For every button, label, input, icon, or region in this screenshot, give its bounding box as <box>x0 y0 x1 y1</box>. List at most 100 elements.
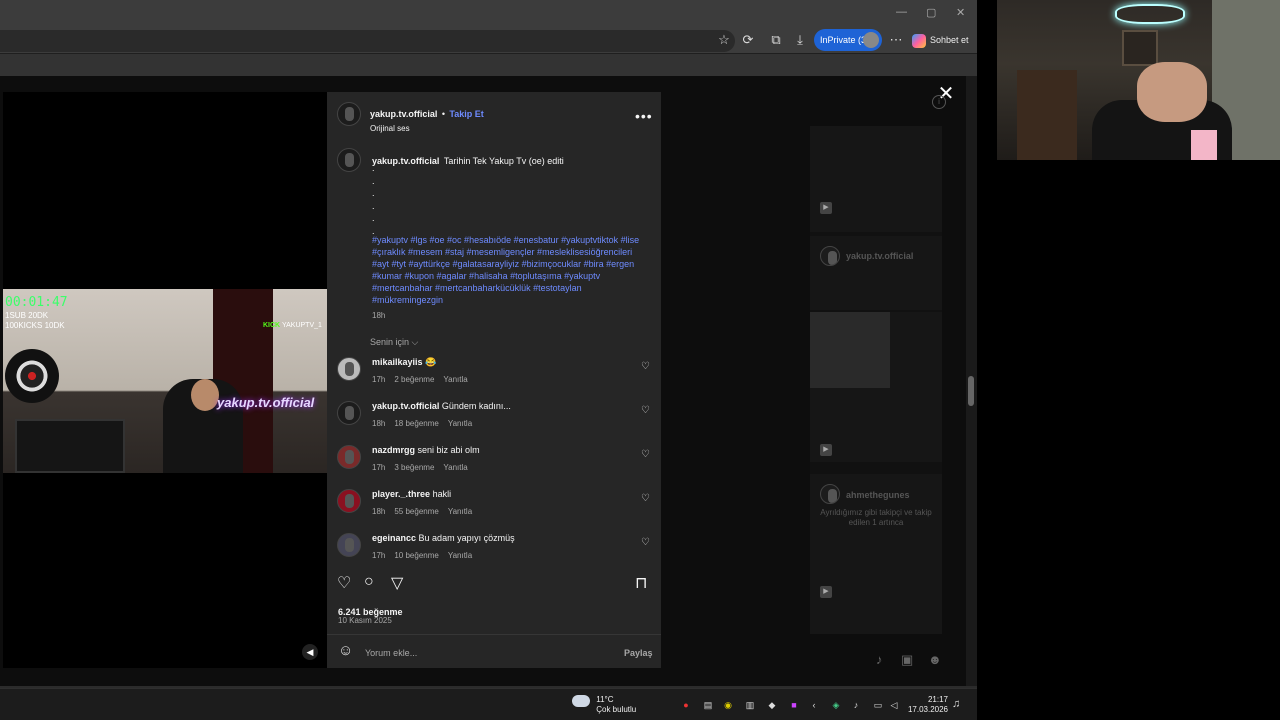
copilot-button[interactable]: Sohbet et <box>912 30 969 50</box>
comment-avatar[interactable] <box>337 533 361 557</box>
comment-username[interactable]: yakup.tv.official <box>372 401 439 411</box>
related-tile[interactable]: yakup.tv.official <box>810 236 942 310</box>
related-tile[interactable]: ahmethegunes Ayrıldığımız gibi takipçi v… <box>810 474 942 634</box>
tray-app-icon[interactable]: ● <box>680 699 692 711</box>
more-options-icon[interactable]: ••• <box>635 108 653 124</box>
wall-frame <box>1122 30 1158 66</box>
caption-author[interactable]: yakup.tv.official <box>372 156 439 166</box>
comment-heart-icon[interactable]: ♡ <box>641 449 650 460</box>
hashtags[interactable]: #yakuptv #lgs #oe #oc #hesabıöde #enesba… <box>372 234 647 306</box>
weather-desc: Çok bulutlu <box>596 705 637 714</box>
comment-avatar[interactable] <box>337 445 361 469</box>
sort-dropdown[interactable]: Senin için ⌵ <box>370 337 418 348</box>
follow-button[interactable]: Takip Et <box>449 109 483 119</box>
comment-heart-icon[interactable]: ♡ <box>641 537 650 548</box>
share-comment-button[interactable]: Paylaş <box>624 648 653 658</box>
related-tile[interactable]: ▶ <box>810 312 942 462</box>
author-username[interactable]: yakup.tv.official <box>370 109 437 119</box>
tray-app-icon[interactable]: ◆ <box>766 699 778 711</box>
comment-username[interactable]: egeinancc <box>372 533 416 543</box>
comment-username[interactable]: mikailkayiis <box>372 357 423 367</box>
reply-button[interactable]: Yanıtla <box>448 551 472 560</box>
tray-app-icon[interactable]: ◉ <box>722 699 734 711</box>
scrollbar-thumb[interactable] <box>968 376 974 406</box>
tray-app-icon[interactable]: ▥ <box>744 699 756 711</box>
star-icon[interactable]: ☆ <box>716 32 732 48</box>
sticker-icon[interactable]: ☻ <box>928 652 942 667</box>
inprivate-button[interactable]: InPrivate (3) <box>814 29 882 51</box>
comment-likes[interactable]: 18 beğenme <box>394 419 438 428</box>
kick-user: YAKUPTV_1 <box>281 322 322 329</box>
post-header: yakup.tv.official • Takip Et Orijinal se… <box>370 104 484 133</box>
comment-time: 18h <box>372 507 386 516</box>
volume-icon[interactable]: ◀ <box>302 644 318 660</box>
comment-time: 18h <box>372 419 386 428</box>
more-icon[interactable]: ⋯ <box>888 32 904 48</box>
audio-label[interactable]: Orijinal ses <box>370 124 484 133</box>
comment-time: 17h <box>372 463 386 472</box>
comment-avatar[interactable] <box>337 489 361 513</box>
comment-text: hakli <box>432 489 452 499</box>
video-frame[interactable]: 00:01:47 1SUB 20DK 100KICKS 10DK KICK YA… <box>3 289 327 473</box>
cabinet <box>1017 70 1077 160</box>
comment-item: yakup.tv.official Gündem kadını... 18h 18… <box>337 401 657 441</box>
network-icon[interactable]: ▭ <box>872 699 884 711</box>
save-icon[interactable]: ⊓ <box>635 573 647 593</box>
comment-time: 17h <box>372 551 386 560</box>
inprivate-label: InPrivate (3) <box>820 35 870 45</box>
caption-dot: . <box>372 213 375 223</box>
comment-username[interactable]: nazdmrgg <box>372 445 415 455</box>
tray-app-icon[interactable]: ■ <box>788 699 800 711</box>
collections-icon[interactable]: ⧉ <box>768 32 784 48</box>
stream-goals: 1SUB 20DK 100KICKS 10DK <box>5 311 65 331</box>
like-icon[interactable]: ♡ <box>337 573 351 593</box>
comment-heart-icon[interactable]: ♡ <box>641 493 650 504</box>
weather-widget[interactable]: 11°C Çok bulutlu <box>572 695 636 715</box>
share-icon[interactable]: ▽ <box>391 573 403 593</box>
comment-input[interactable]: Yorum ekle... <box>365 648 417 658</box>
stream-goal-2: 100KICKS 10DK <box>5 321 65 330</box>
caption-dots: . . . . . . <box>372 162 375 237</box>
weather-temp: 11°C <box>596 695 614 704</box>
image-icon[interactable]: ▣ <box>901 652 913 668</box>
tray-app-icon[interactable]: ▤ <box>702 699 714 711</box>
comment-icon[interactable]: ○ <box>364 573 374 591</box>
comment-likes[interactable]: 10 beğenme <box>394 551 438 560</box>
tray-app-icon[interactable]: ◈ <box>830 699 842 711</box>
related-tile[interactable]: ▶ <box>810 126 942 232</box>
reply-button[interactable]: Yanıtla <box>443 375 467 384</box>
maximize-button[interactable]: ▢ <box>926 6 936 19</box>
profile-avatar <box>863 32 879 48</box>
comment-avatar[interactable] <box>337 401 361 425</box>
reply-button[interactable]: Yanıtla <box>448 419 472 428</box>
comment-likes[interactable]: 2 beğenme <box>394 375 434 384</box>
comment-username[interactable]: player._.three <box>372 489 430 499</box>
volume-icon[interactable]: ◁ <box>888 699 900 711</box>
notification-bell-icon[interactable]: ♫ <box>952 698 960 710</box>
minimize-button[interactable]: — <box>896 6 907 18</box>
author-avatar[interactable] <box>337 102 361 126</box>
address-bar[interactable] <box>0 30 735 52</box>
page-scrollbar[interactable] <box>966 76 977 686</box>
comment-heart-icon[interactable]: ♡ <box>641 405 650 416</box>
close-window-button[interactable]: ✕ <box>956 6 965 19</box>
clock[interactable]: 21:17 17.03.2026 <box>906 695 948 715</box>
comment-likes[interactable]: 55 beğenme <box>394 507 438 516</box>
emoji-icon[interactable]: ☺ <box>338 642 353 659</box>
comment-avatar[interactable] <box>337 357 361 381</box>
comment-likes[interactable]: 3 beğenme <box>394 463 434 472</box>
extensions-icon[interactable]: ⟳ <box>740 32 756 48</box>
caption-avatar[interactable] <box>337 148 361 172</box>
microphone-icon[interactable]: ♪ <box>850 699 862 711</box>
tray-app-icon[interactable]: ‹ <box>808 699 820 711</box>
microphone-icon[interactable]: ♪ <box>876 652 883 667</box>
stream-goal-1: 1SUB 20DK <box>5 311 49 320</box>
info-icon[interactable]: i <box>932 95 946 109</box>
copilot-label: Sohbet et <box>930 35 969 45</box>
reply-button[interactable]: Yanıtla <box>448 507 472 516</box>
download-icon[interactable]: ⤓ <box>792 32 808 48</box>
comment-heart-icon[interactable]: ♡ <box>641 361 650 372</box>
comment-item: player._.three hakli 18h 55 beğenme Yanıtl… <box>337 489 657 529</box>
reply-button[interactable]: Yanıtla <box>443 463 467 472</box>
comment-text: seni biz abi olm <box>417 445 480 455</box>
